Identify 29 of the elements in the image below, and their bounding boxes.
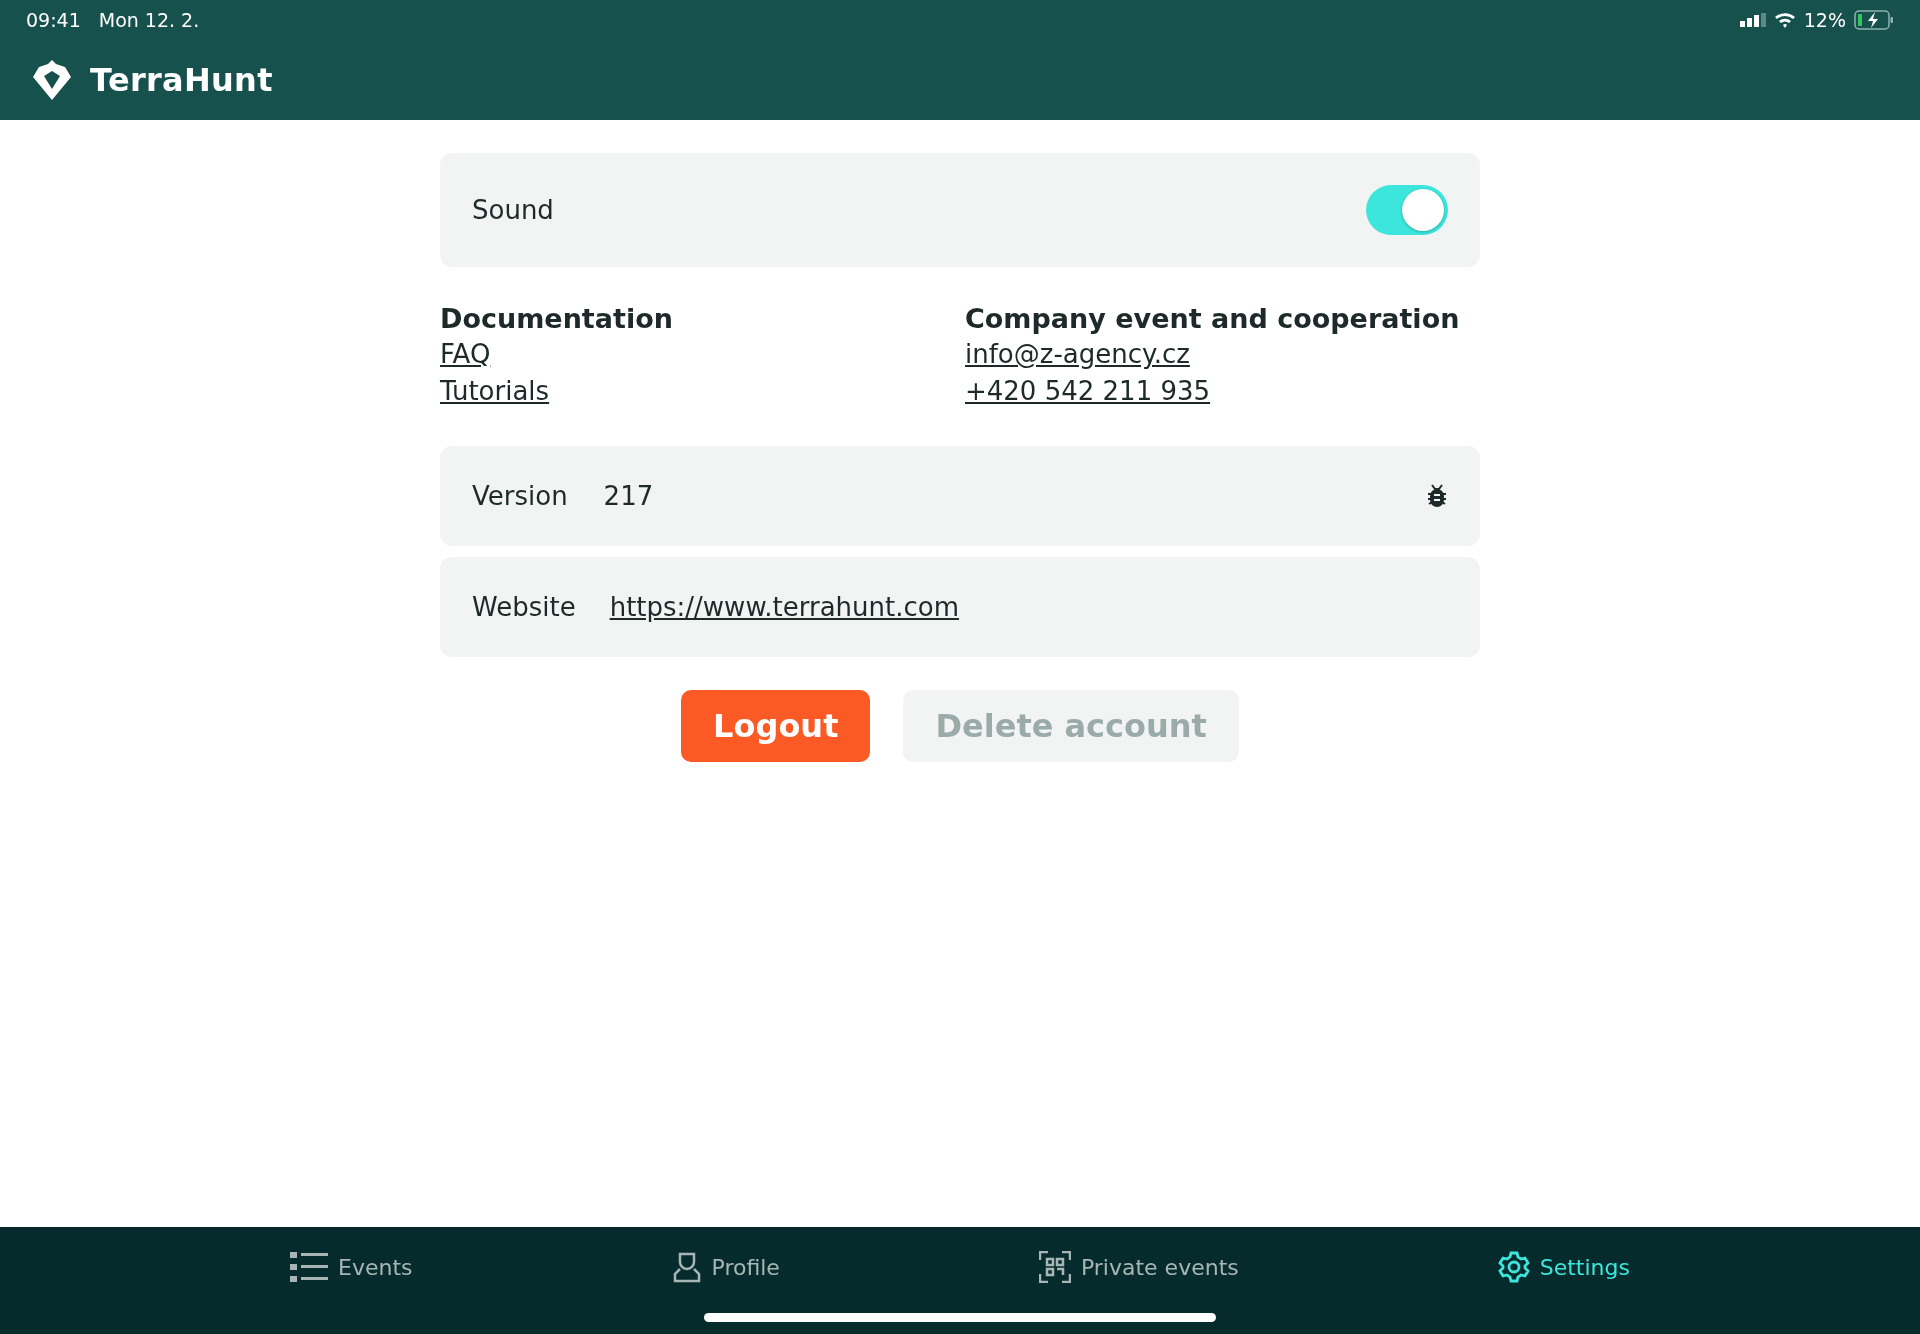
documentation-link[interactable]: Tutorials bbox=[440, 373, 550, 410]
logo-icon bbox=[32, 59, 72, 101]
documentation-link[interactable]: FAQ bbox=[440, 336, 491, 373]
tab[interactable]: Events bbox=[290, 1251, 413, 1283]
status-date: Mon 12. 2. bbox=[98, 9, 200, 31]
contact-link[interactable]: +420 542 211 935 bbox=[965, 373, 1211, 410]
app-title: TerraHunt bbox=[90, 61, 273, 99]
section-heading: Documentation bbox=[440, 303, 673, 334]
battery-charging-icon bbox=[1854, 10, 1894, 30]
tab[interactable]: Private events bbox=[1038, 1251, 1239, 1283]
contact-link[interactable]: info@z-agency.cz bbox=[965, 336, 1190, 373]
sound-label: Sound bbox=[472, 195, 554, 225]
website-label: Website bbox=[472, 592, 576, 622]
wifi-icon bbox=[1773, 12, 1796, 28]
tab[interactable]: Settings bbox=[1497, 1251, 1630, 1283]
bug-icon[interactable] bbox=[1426, 484, 1448, 508]
qr-code-icon bbox=[1038, 1251, 1071, 1283]
person-icon bbox=[671, 1251, 702, 1283]
website-link[interactable]: https://www.terrahunt.com bbox=[609, 588, 959, 626]
battery-percent: 12% bbox=[1803, 9, 1846, 31]
status-time: 09:41 bbox=[26, 9, 81, 31]
signal-icon bbox=[1739, 13, 1766, 27]
version-number: 217 bbox=[603, 481, 654, 511]
settings-icon bbox=[1497, 1251, 1530, 1283]
version-label: Version bbox=[472, 481, 568, 511]
list-icon bbox=[290, 1252, 328, 1282]
tab[interactable]: Profile bbox=[671, 1251, 780, 1283]
section-heading: Company event and cooperation bbox=[965, 303, 1460, 334]
sound-toggle[interactable] bbox=[1366, 185, 1448, 235]
